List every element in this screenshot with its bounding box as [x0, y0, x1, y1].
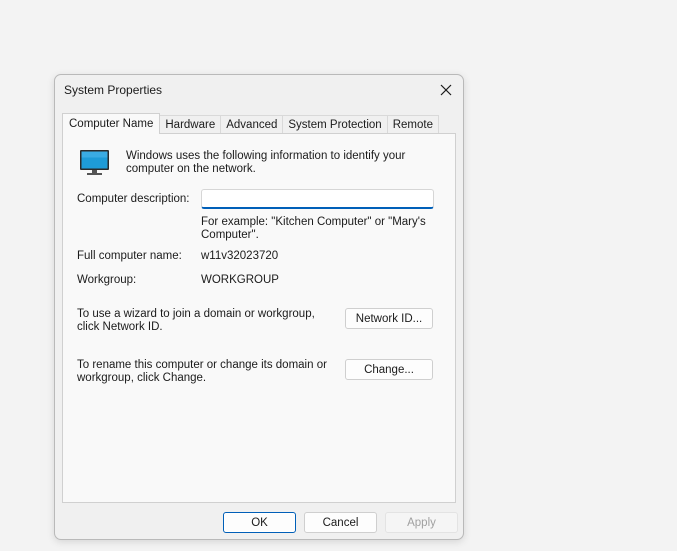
tab-system-protection[interactable]: System Protection	[282, 115, 388, 134]
tab-advanced[interactable]: Advanced	[220, 115, 284, 134]
close-button[interactable]	[435, 79, 457, 101]
apply-button[interactable]: Apply	[385, 512, 458, 533]
tab-strip: Computer Name Hardware Advanced System P…	[62, 113, 439, 134]
computer-description-label: Computer description:	[77, 193, 190, 205]
system-properties-dialog: System Properties Computer Name Hardware…	[54, 74, 464, 540]
computer-name-panel: Windows uses the following information t…	[62, 133, 456, 503]
change-button[interactable]: Change...	[345, 359, 433, 380]
workgroup-label: Workgroup:	[77, 274, 137, 286]
full-computer-name-label: Full computer name:	[77, 250, 182, 262]
ok-button[interactable]: OK	[223, 512, 296, 533]
example-text: For example: "Kitchen Computer" or "Mary…	[201, 216, 426, 241]
tab-computer-name[interactable]: Computer Name	[62, 113, 161, 134]
change-text: To rename this computer or change its do…	[77, 359, 327, 384]
cancel-button[interactable]: Cancel	[304, 512, 377, 533]
intro-text: Windows uses the following information t…	[126, 150, 406, 175]
workgroup-value: WORKGROUP	[201, 274, 279, 286]
tab-remote[interactable]: Remote	[386, 115, 439, 134]
close-icon	[440, 84, 452, 96]
tab-hardware[interactable]: Hardware	[159, 115, 222, 134]
window-title: System Properties	[64, 83, 163, 97]
network-id-text: To use a wizard to join a domain or work…	[77, 308, 315, 333]
full-computer-name-value: w11v32023720	[201, 250, 279, 262]
title-bar[interactable]: System Properties	[55, 75, 463, 105]
computer-description-input[interactable]	[201, 189, 434, 209]
monitor-icon	[80, 150, 109, 175]
network-id-button[interactable]: Network ID...	[345, 308, 433, 329]
